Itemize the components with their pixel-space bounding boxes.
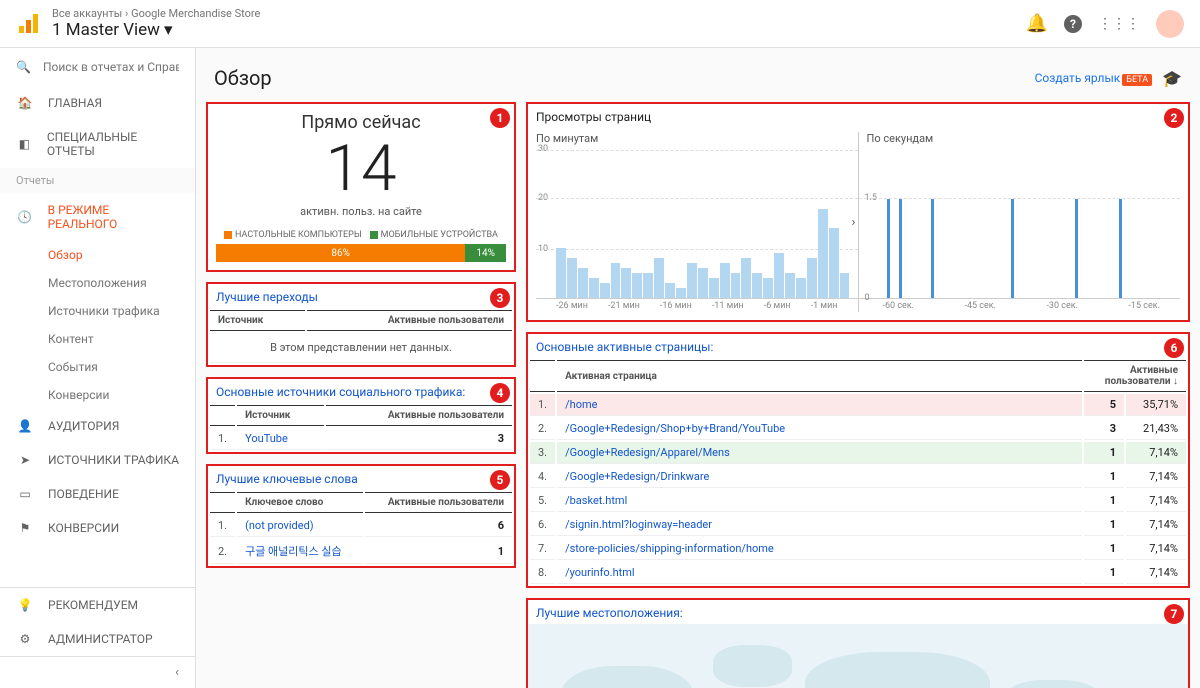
flag-icon: ⚑	[16, 521, 34, 535]
dashboard-icon: ◧	[16, 137, 33, 151]
annotation-badge: 6	[1164, 338, 1184, 358]
nav-sub-0[interactable]: Обзор	[0, 241, 195, 269]
world-map[interactable]	[528, 624, 1188, 688]
view-selector[interactable]: 1 Master View ▾	[52, 20, 1026, 40]
annotation-badge: 7	[1164, 604, 1184, 624]
apps-icon[interactable]: ⋮⋮⋮	[1098, 16, 1140, 32]
nav-audience[interactable]: 👤АУДИТОРИЯ	[0, 409, 195, 443]
nav-behavior[interactable]: ▭ПОВЕДЕНИЕ	[0, 477, 195, 511]
nav-acquisition[interactable]: ➤ИСТОЧНИКИ ТРАФИКА	[0, 443, 195, 477]
bulb-icon: 💡	[16, 598, 34, 612]
sidebar: 🔍 Поиск в отчетах и Справке 🏠ГЛАВНАЯ ◧СП…	[0, 48, 196, 688]
table-row[interactable]: 8./yourinfo.html17,14%	[530, 562, 1186, 584]
annotation-badge: 5	[490, 470, 510, 490]
nav-sub-4[interactable]: События	[0, 353, 195, 381]
realtime-title: Прямо сейчас	[216, 112, 506, 133]
table-row[interactable]: 5./basket.html17,14%	[530, 490, 1186, 512]
active-pages-table: Активная страницаАктивные пользователи ↓…	[528, 358, 1188, 586]
ga-logo-icon	[16, 12, 40, 36]
chart-per-second: › По секундам 1.5 0 -60 сек.-45 сек.-30 …	[858, 132, 1181, 312]
help-icon[interactable]: ?	[1064, 15, 1082, 33]
table-row[interactable]: 1.YouTube3	[210, 428, 512, 450]
clock-icon: 🕓	[16, 210, 34, 224]
legend-mobile: МОБИЛЬНЫЕ УСТРОЙСТВА	[370, 230, 498, 240]
chevron-right-icon[interactable]: ›	[852, 215, 856, 230]
chart-per-minute: По минутам 30 20 10 -26 мин-21 мин-16 ми…	[536, 132, 858, 312]
nav-sub-5[interactable]: Конверсии	[0, 381, 195, 409]
search-input[interactable]: 🔍 Поиск в отчетах и Справке	[0, 48, 195, 86]
acquisition-icon: ➤	[16, 453, 34, 467]
create-shortcut-link[interactable]: Создать ярлыкБЕТА	[1035, 71, 1152, 85]
nav-realtime[interactable]: 🕓В РЕЖИМЕ РЕАЛЬНОГО	[0, 193, 195, 241]
table-row[interactable]: 1.(not provided)6	[210, 515, 512, 537]
chevron-down-icon: ▾	[164, 20, 173, 40]
person-icon: 👤	[16, 419, 34, 433]
nav-home[interactable]: 🏠ГЛАВНАЯ	[0, 86, 195, 120]
nav-admin[interactable]: ⚙АДМИНИСТРАТОР	[0, 622, 195, 656]
notifications-icon[interactable]: 🔔	[1026, 13, 1048, 34]
panel-social: 4 Основные источники социального трафика…	[206, 377, 516, 454]
keywords-table: Ключевое словоАктивные пользователи 1.(n…	[208, 490, 514, 566]
annotation-badge: 3	[490, 288, 510, 308]
device-breakdown-bar: 86% 14%	[216, 244, 506, 262]
referrals-table: ИсточникАктивные пользователи В этом пре…	[208, 308, 514, 365]
panel-active-pages: 6 Основные активные страницы: Активная с…	[526, 332, 1190, 588]
annotation-badge: 4	[490, 383, 510, 403]
social-table: ИсточникАктивные пользователи 1.YouTube3	[208, 403, 514, 452]
nav-discover[interactable]: 💡РЕКОМЕНДУЕМ	[0, 588, 195, 622]
grad-cap-icon[interactable]: 🎓	[1162, 69, 1182, 88]
nav-sub-1[interactable]: Местоположения	[0, 269, 195, 297]
home-icon: 🏠	[16, 96, 34, 110]
main-content: Обзор Создать ярлыкБЕТА 🎓 1 Прямо сейчас…	[196, 48, 1200, 688]
annotation-badge: 1	[490, 108, 510, 128]
nav-sub-3[interactable]: Контент	[0, 325, 195, 353]
page-title: Обзор	[214, 66, 1035, 90]
annotation-badge: 2	[1164, 108, 1184, 128]
app-header: Все аккаунты › Google Merchandise Store …	[0, 0, 1200, 48]
search-icon: 🔍	[16, 60, 31, 74]
panel-realtime-counter: 1 Прямо сейчас 14 активн. польз. на сайт…	[206, 102, 516, 272]
table-row[interactable]: 2./Google+Redesign/Shop+by+Brand/YouTube…	[530, 418, 1186, 440]
user-avatar[interactable]	[1156, 10, 1184, 38]
table-row[interactable]: 1./home535,71%	[530, 394, 1186, 416]
table-row[interactable]: 2.구글 애널리틱스 실습1	[210, 539, 512, 564]
nav-conversions[interactable]: ⚑КОНВЕРСИИ	[0, 511, 195, 545]
chevron-left-icon: ‹	[175, 665, 179, 680]
realtime-count: 14	[216, 137, 506, 201]
nav-custom[interactable]: ◧СПЕЦИАЛЬНЫЕ ОТЧЕТЫ	[0, 120, 195, 168]
gear-icon: ⚙	[16, 632, 34, 646]
realtime-label: активн. польз. на сайте	[216, 205, 506, 218]
panel-referrals: 3 Лучшие переходы ИсточникАктивные польз…	[206, 282, 516, 367]
nav-reports-label: Отчеты	[0, 168, 195, 193]
table-row[interactable]: 3./Google+Redesign/Apparel/Mens17,14%	[530, 442, 1186, 464]
table-row[interactable]: 4./Google+Redesign/Drinkware17,14%	[530, 466, 1186, 488]
panel-locations: 7 Лучшие местоположения:	[526, 598, 1190, 688]
breadcrumb[interactable]: Все аккаунты › Google Merchandise Store	[52, 7, 1026, 20]
panel-pageviews-chart: 2 Просмотры страниц По минутам 30 20 10	[526, 102, 1190, 322]
legend-desktop: НАСТОЛЬНЫЕ КОМПЬЮТЕРЫ	[224, 230, 362, 240]
nav-sub-2[interactable]: Источники трафика	[0, 297, 195, 325]
behavior-icon: ▭	[16, 487, 34, 501]
collapse-sidebar[interactable]: ‹	[0, 656, 195, 688]
table-row[interactable]: 7./store-policies/shipping-information/h…	[530, 538, 1186, 560]
panel-keywords: 5 Лучшие ключевые слова Ключевое словоАк…	[206, 464, 516, 568]
table-row[interactable]: 6./signin.html?loginway=header17,14%	[530, 514, 1186, 536]
